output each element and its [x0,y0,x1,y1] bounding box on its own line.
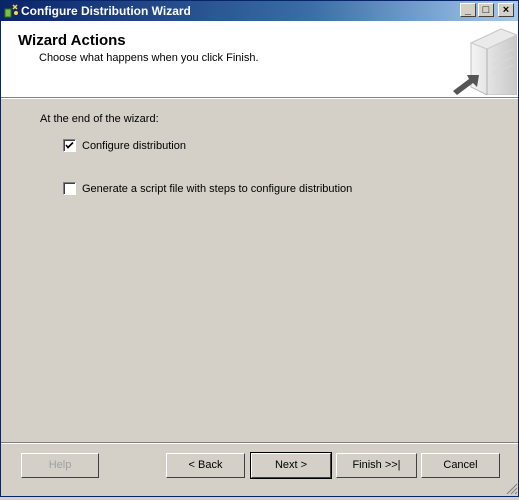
close-button[interactable]: × [498,3,514,17]
finish-button[interactable]: Finish >>| [336,453,417,478]
generate-script-checkbox[interactable] [63,182,76,195]
page-subtitle: Choose what happens when you click Finis… [39,52,259,64]
option-configure-distribution[interactable]: Configure distribution [63,139,186,152]
wizard-window: Configure Distribution Wizard _ □ × Wiza… [0,0,519,497]
title-bar[interactable]: Configure Distribution Wizard _ □ × [1,1,518,21]
window-title: Configure Distribution Wizard [21,4,191,18]
wizard-app-icon [4,3,20,19]
minimize-button[interactable]: _ [460,3,476,17]
checkmark-icon [65,141,74,149]
server-graphic-icon [451,25,519,96]
configure-distribution-checkbox[interactable] [63,139,76,152]
footer-divider [1,442,518,444]
maximize-button[interactable]: □ [478,3,494,17]
page-title: Wizard Actions [18,32,126,49]
header-divider [1,97,518,99]
cancel-button[interactable]: Cancel [421,453,500,478]
back-button[interactable]: < Back [166,453,245,478]
next-button[interactable]: Next > [250,452,332,479]
help-button[interactable]: Help [21,453,99,478]
option-generate-script[interactable]: Generate a script file with steps to con… [63,182,352,195]
wizard-header: Wizard Actions Choose what happens when … [1,21,519,97]
generate-script-label: Generate a script file with steps to con… [82,182,353,195]
configure-distribution-label: Configure distribution [82,139,186,152]
section-label: At the end of the wizard: [40,113,159,125]
resize-grip-icon[interactable] [506,482,518,495]
